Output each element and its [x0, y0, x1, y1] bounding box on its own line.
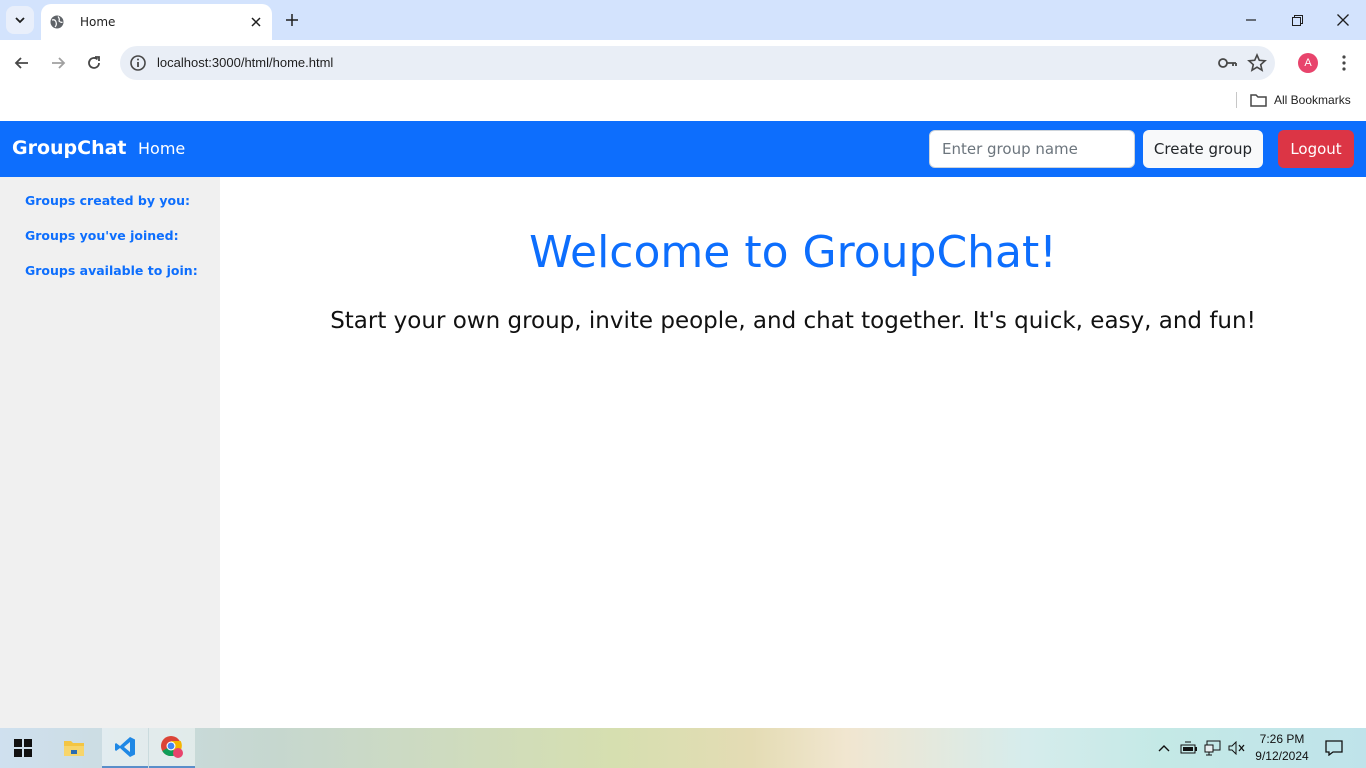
browser-toolbar: localhost:3000/html/home.html A [0, 40, 1366, 86]
chrome-icon[interactable] [149, 728, 195, 768]
vscode-icon[interactable] [102, 728, 148, 768]
browser-tab-strip: Home [0, 0, 1366, 40]
clock-date: 9/12/2024 [1255, 749, 1309, 763]
tab-search-button[interactable] [6, 6, 34, 34]
back-arrow-icon[interactable] [7, 48, 37, 78]
globe-icon [49, 14, 65, 30]
password-key-icon[interactable] [1217, 54, 1237, 72]
bookmark-star-icon[interactable] [1247, 52, 1267, 73]
sidebar-item-joined-groups[interactable]: Groups you've joined: [25, 228, 179, 243]
chevron-up-icon[interactable] [1154, 728, 1174, 768]
profile-avatar[interactable]: A [1298, 53, 1318, 73]
group-name-input[interactable] [929, 130, 1135, 168]
welcome-tagline: Start your own group, invite people, and… [330, 308, 1256, 334]
restore-icon[interactable] [1274, 0, 1320, 40]
create-group-button[interactable]: Create group [1143, 130, 1263, 168]
all-bookmarks-label: All Bookmarks [1274, 93, 1351, 107]
network-icon[interactable] [1202, 728, 1224, 768]
all-bookmarks-button[interactable]: All Bookmarks [1250, 90, 1351, 110]
battery-icon[interactable] [1178, 728, 1200, 768]
volume-muted-icon[interactable] [1226, 728, 1248, 768]
chevron-down-icon [15, 17, 25, 24]
close-window-icon[interactable] [1320, 0, 1366, 40]
welcome-heading: Welcome to GroupChat! [529, 227, 1057, 278]
bookmarks-divider [1236, 92, 1237, 108]
nav-link-home[interactable]: Home [138, 139, 185, 158]
clock-time: 7:26 PM [1259, 732, 1305, 746]
reload-icon[interactable] [79, 48, 109, 78]
folder-icon [1250, 94, 1267, 107]
minimize-icon[interactable] [1228, 0, 1274, 40]
browser-menu-icon[interactable] [1334, 53, 1354, 73]
system-clock[interactable]: 7:26 PM 9/12/2024 [1252, 731, 1312, 765]
address-bar[interactable]: localhost:3000/html/home.html [120, 46, 1275, 80]
url-text[interactable]: localhost:3000/html/home.html [157, 55, 333, 70]
file-explorer-icon[interactable] [51, 728, 97, 768]
main-content: Welcome to GroupChat! Start your own gro… [220, 177, 1366, 728]
brand-logo[interactable]: GroupChat [12, 137, 127, 159]
logout-button[interactable]: Logout [1278, 130, 1354, 168]
sidebar: Groups created by you: Groups you've joi… [0, 177, 220, 728]
notification-center-icon[interactable] [1320, 728, 1348, 768]
tab-close-icon[interactable] [244, 10, 268, 34]
new-tab-plus-icon[interactable] [280, 8, 304, 32]
app-navbar: GroupChat Home Create group Logout [0, 121, 1366, 177]
tab-title: Home [80, 15, 116, 29]
site-info-icon[interactable] [129, 54, 147, 72]
windows-start-icon[interactable] [0, 728, 46, 768]
forward-arrow-icon[interactable] [43, 48, 73, 78]
sidebar-item-available-groups[interactable]: Groups available to join: [25, 263, 198, 278]
os-taskbar: 7:26 PM 9/12/2024 [0, 728, 1366, 768]
sidebar-item-created-groups[interactable]: Groups created by you: [25, 193, 190, 208]
bookmarks-bar: All Bookmarks [0, 86, 1366, 121]
browser-tab-home[interactable]: Home [41, 4, 272, 40]
